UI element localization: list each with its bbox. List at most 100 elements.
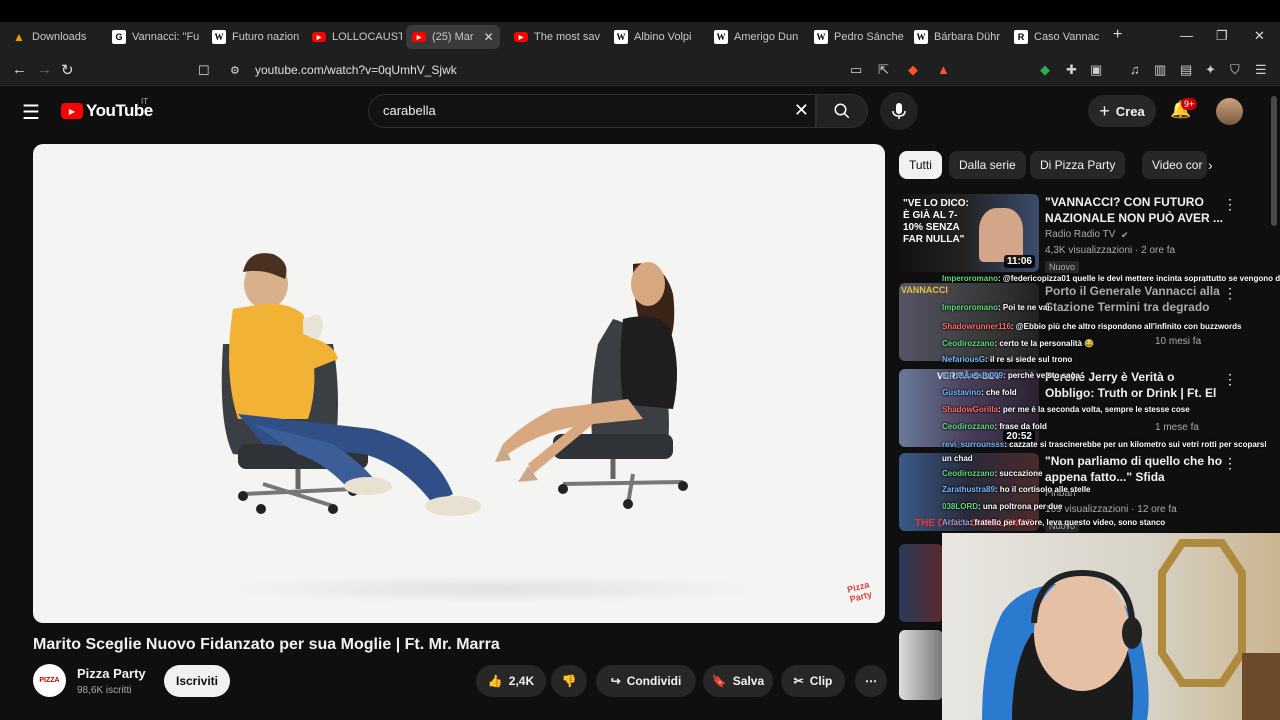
hamburger-menu-icon[interactable]: ☰ (22, 100, 40, 125)
leo-ai-icon[interactable]: ✦ (1205, 62, 1216, 78)
tab-caso-vannacci[interactable]: R Caso Vannac (1014, 25, 1104, 49)
share-arrow-icon: ↪ (610, 674, 621, 688)
tab-amerigo-dumini[interactable]: W Amerigo Dun (714, 25, 804, 49)
search-icon (834, 103, 850, 119)
chat-message: Gustavino: che fold (942, 388, 1017, 397)
dislike-button[interactable]: 👎 (551, 665, 587, 697)
tab-downloads[interactable]: ▲ Downloads (12, 25, 102, 49)
screenshot-icon[interactable]: ▣ (1090, 62, 1102, 78)
recommendation-thumbnail[interactable]: "VE LO DICO: È GIÀ AL 7-10% SENZA FAR NU… (899, 194, 1039, 272)
more-vertical-icon[interactable]: ⋮ (1223, 285, 1237, 302)
search-input[interactable] (383, 103, 773, 118)
recommendation-item[interactable] (899, 544, 943, 622)
sidebar-icon[interactable]: ▥ (1154, 62, 1166, 78)
wikipedia-icon: W (814, 30, 828, 44)
recommendation-thumbnail[interactable] (899, 544, 943, 622)
maximize-icon[interactable]: ❐ (1216, 28, 1228, 44)
tab-barbara-duhrkop[interactable]: W Bárbara Dühr (914, 25, 1004, 49)
search-button[interactable] (816, 94, 868, 128)
like-button[interactable]: 👍 2,4K (476, 665, 546, 697)
tab-title: Pedro Sánche (834, 31, 904, 43)
chat-message: Shadowrunner116: @Ebbio più che altro ri… (942, 322, 1242, 331)
create-label: Crea (1115, 103, 1145, 119)
youtube-icon: ▶ (412, 32, 426, 42)
save-button[interactable]: 🔖 Salva (703, 665, 773, 697)
webcam-frame (982, 539, 1280, 720)
recommendation-thumbnail[interactable] (899, 630, 943, 700)
recommendation-channel[interactable]: Radio Radio TV (1045, 229, 1115, 240)
thumbs-down-icon: 👎 (561, 674, 577, 688)
thumbs-up-icon: 👍 (487, 674, 503, 688)
tab-most-savage[interactable]: ▶ The most sav (514, 25, 604, 49)
recommendation-item[interactable] (899, 630, 943, 700)
tab-pedro-sanchez[interactable]: W Pedro Sánche (814, 25, 904, 49)
voice-search-button[interactable] (880, 92, 918, 130)
r-icon: R (1014, 30, 1028, 44)
brave-shields-icon[interactable]: ◆ (908, 62, 918, 78)
clip-button[interactable]: ✂ Clip (781, 665, 845, 697)
share-icon[interactable]: ⇱ (878, 62, 889, 78)
notification-count-badge: 9+ (1181, 98, 1198, 110)
media-icon[interactable]: ♫ (1130, 62, 1140, 77)
menu-icon[interactable]: ☰ (1255, 62, 1267, 78)
share-button[interactable]: ↪ Condividi (596, 665, 696, 697)
cast-icon[interactable]: ▭ (850, 62, 862, 78)
page-scrollbar[interactable] (1271, 96, 1277, 226)
chevron-right-icon[interactable]: › (1208, 157, 1213, 173)
minimize-icon[interactable]: — (1180, 28, 1193, 43)
tab-vannacci-g[interactable]: G Vannacci: "Fu (112, 25, 202, 49)
brave-rewards-icon[interactable]: ▲ (937, 62, 950, 77)
close-window-icon[interactable]: ✕ (1254, 28, 1265, 44)
bookmark-icon[interactable]: ☐ (198, 63, 210, 79)
chip-dalla-serie[interactable]: Dalla serie (949, 151, 1026, 179)
scissors-icon: ✂ (793, 674, 804, 688)
site-settings-icon[interactable]: ⚙ (230, 64, 240, 77)
channel-subscribers: 98,6K iscritti (77, 685, 132, 696)
extension-icon[interactable]: ◆ (1040, 62, 1050, 78)
download-icon: ▲ (13, 30, 25, 44)
forward-icon[interactable]: → (37, 61, 52, 78)
microphone-icon (892, 103, 906, 119)
recommendation-item[interactable]: "VE LO DICO: È GIÀ AL 7-10% SENZA FAR NU… (899, 194, 1269, 273)
more-actions-button[interactable]: ⋯ (855, 665, 887, 697)
extensions-puzzle-icon[interactable]: ✚ (1066, 62, 1077, 78)
browser-tab-bar: ▲ Downloads G Vannacci: "Fu W Futuro naz… (0, 0, 1280, 56)
address-bar: ← → ↻ ☐ ⚙ youtube.com/watch?v=0qUmhV_Sjw… (0, 56, 1280, 86)
recommendation-title: "VANNACCI? CON FUTURO NAZIONALE NON PUÒ … (1045, 195, 1224, 225)
url-field[interactable]: youtube.com/watch?v=0qUmhV_Sjwk (255, 63, 457, 77)
chat-message: ShadowGorilla: per me è la seconda volta… (942, 405, 1190, 414)
youtube-header: ☰ ▶ YouTube IT ✕ + Crea 🔔 9+ (0, 87, 1280, 135)
wallet-icon[interactable]: ▤ (1180, 62, 1192, 78)
bookmark-save-icon: 🔖 (711, 674, 727, 688)
tab-title: Caso Vannac (1034, 31, 1100, 43)
channel-name[interactable]: Pizza Party (77, 666, 146, 681)
reload-icon[interactable]: ↻ (61, 61, 74, 79)
youtube-icon: ▶ (514, 32, 528, 42)
tab-active-youtube[interactable]: ▶ (25) Mar ✕ (406, 25, 500, 49)
thumbnail-caption: "VE LO DICO: È GIÀ AL 7-10% SENZA FAR NU… (903, 198, 969, 245)
more-vertical-icon[interactable]: ⋮ (1223, 371, 1237, 388)
tab-albino-volpi[interactable]: W Albino Volpi (614, 25, 704, 49)
new-tab-icon[interactable]: + (1113, 26, 1122, 44)
more-vertical-icon[interactable]: ⋮ (1223, 196, 1237, 213)
chip-di-pizza-party[interactable]: Di Pizza Party (1030, 151, 1126, 179)
clear-search-icon[interactable]: ✕ (794, 100, 809, 121)
tab-futuro-nazionale[interactable]: W Futuro nazion (212, 25, 302, 49)
close-tab-icon[interactable]: ✕ (484, 30, 494, 44)
wikipedia-icon: W (614, 30, 628, 44)
tab-title: Vannacci: "Fu (132, 31, 200, 43)
vpn-icon[interactable]: ⛉ (1230, 62, 1240, 78)
tab-title: Futuro nazion (232, 31, 300, 43)
recommendation-title: Porto il Generale Vannacci alla Stazione… (1045, 284, 1220, 314)
chip-tutti[interactable]: Tutti (899, 151, 942, 179)
tab-lollocaust[interactable]: ▶ LOLLOCAUST (312, 25, 402, 49)
channel-avatar[interactable]: PIZZA (33, 664, 66, 697)
video-player[interactable]: Pizza Party (33, 144, 885, 623)
subscribe-button[interactable]: Iscriviti (164, 665, 230, 697)
user-avatar[interactable] (1216, 98, 1243, 125)
chat-message: Lil_assassin009: perchè ve sto saga (942, 371, 1080, 380)
back-icon[interactable]: ← (12, 61, 27, 78)
youtube-logo[interactable]: ▶ YouTube (61, 101, 153, 121)
chip-video-correlati[interactable]: Video cor (1142, 151, 1207, 179)
create-button[interactable]: + Crea (1088, 95, 1156, 127)
